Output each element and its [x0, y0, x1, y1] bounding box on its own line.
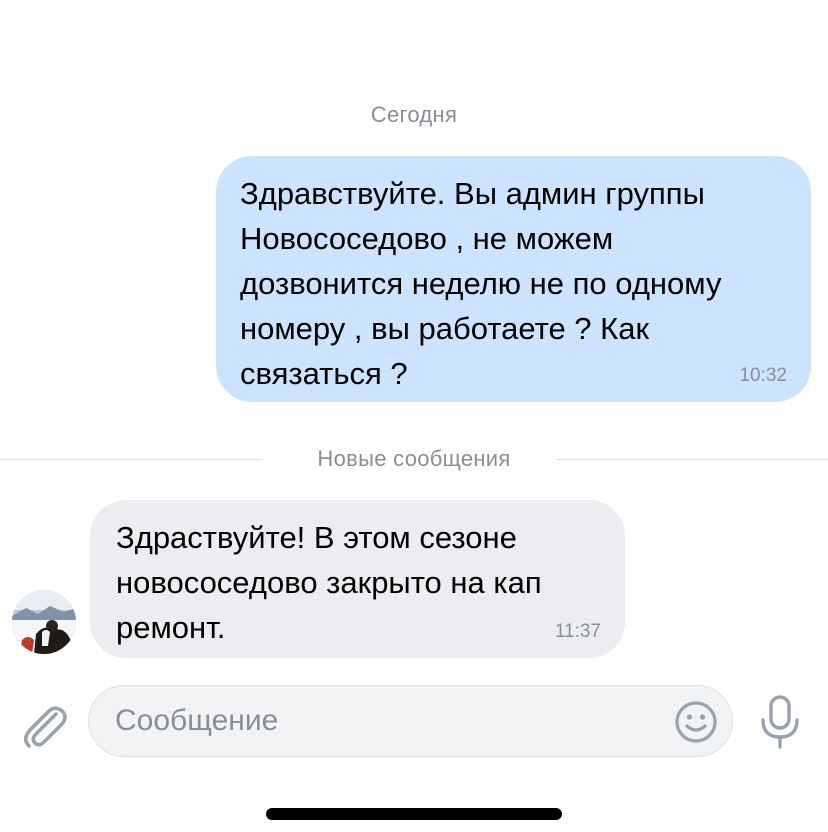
message-line: Здраствуйте! В этом сезоне	[116, 520, 517, 555]
outgoing-message-bubble[interactable]: Здравствуйте. Вы админ группы Новососедо…	[216, 156, 811, 402]
message-line: ремонт.	[116, 610, 226, 645]
message-line: Новососедово , не можем	[240, 221, 614, 256]
message-input-placeholder: Сообщение	[115, 704, 279, 737]
message-timestamp: 10:32	[739, 365, 787, 386]
avatar[interactable]	[12, 590, 76, 654]
paperclip-icon	[23, 706, 67, 748]
message-input[interactable]: Сообщение	[88, 685, 733, 757]
home-indicator[interactable]	[266, 808, 562, 820]
message-line: новососедово закрыто на кап	[116, 565, 542, 600]
microphone-icon	[761, 695, 799, 749]
chat-screen: Сегодня Здравствуйте. Вы админ группы Но…	[0, 0, 828, 832]
new-messages-divider: Новые сообщения	[0, 446, 828, 474]
smile-icon	[675, 701, 717, 743]
message-line: номеру , вы работаете ? Как	[240, 311, 650, 346]
message-line: дозвонится неделю не по одному	[240, 266, 722, 301]
divider-line-right	[556, 459, 828, 460]
date-separator: Сегодня	[370, 102, 458, 127]
message-line: Здравствуйте. Вы админ группы	[240, 176, 705, 211]
voice-message-button[interactable]	[758, 694, 802, 750]
attach-button[interactable]	[18, 700, 70, 752]
message-line: связаться ?	[240, 356, 408, 391]
avatar-photo-icon	[12, 590, 76, 654]
message-composer: Сообщение	[0, 676, 828, 776]
incoming-message-bubble[interactable]: Здраствуйте! В этом сезоне новососедово …	[90, 500, 625, 658]
message-timestamp: 11:37	[554, 621, 601, 642]
emoji-button[interactable]	[674, 700, 718, 744]
